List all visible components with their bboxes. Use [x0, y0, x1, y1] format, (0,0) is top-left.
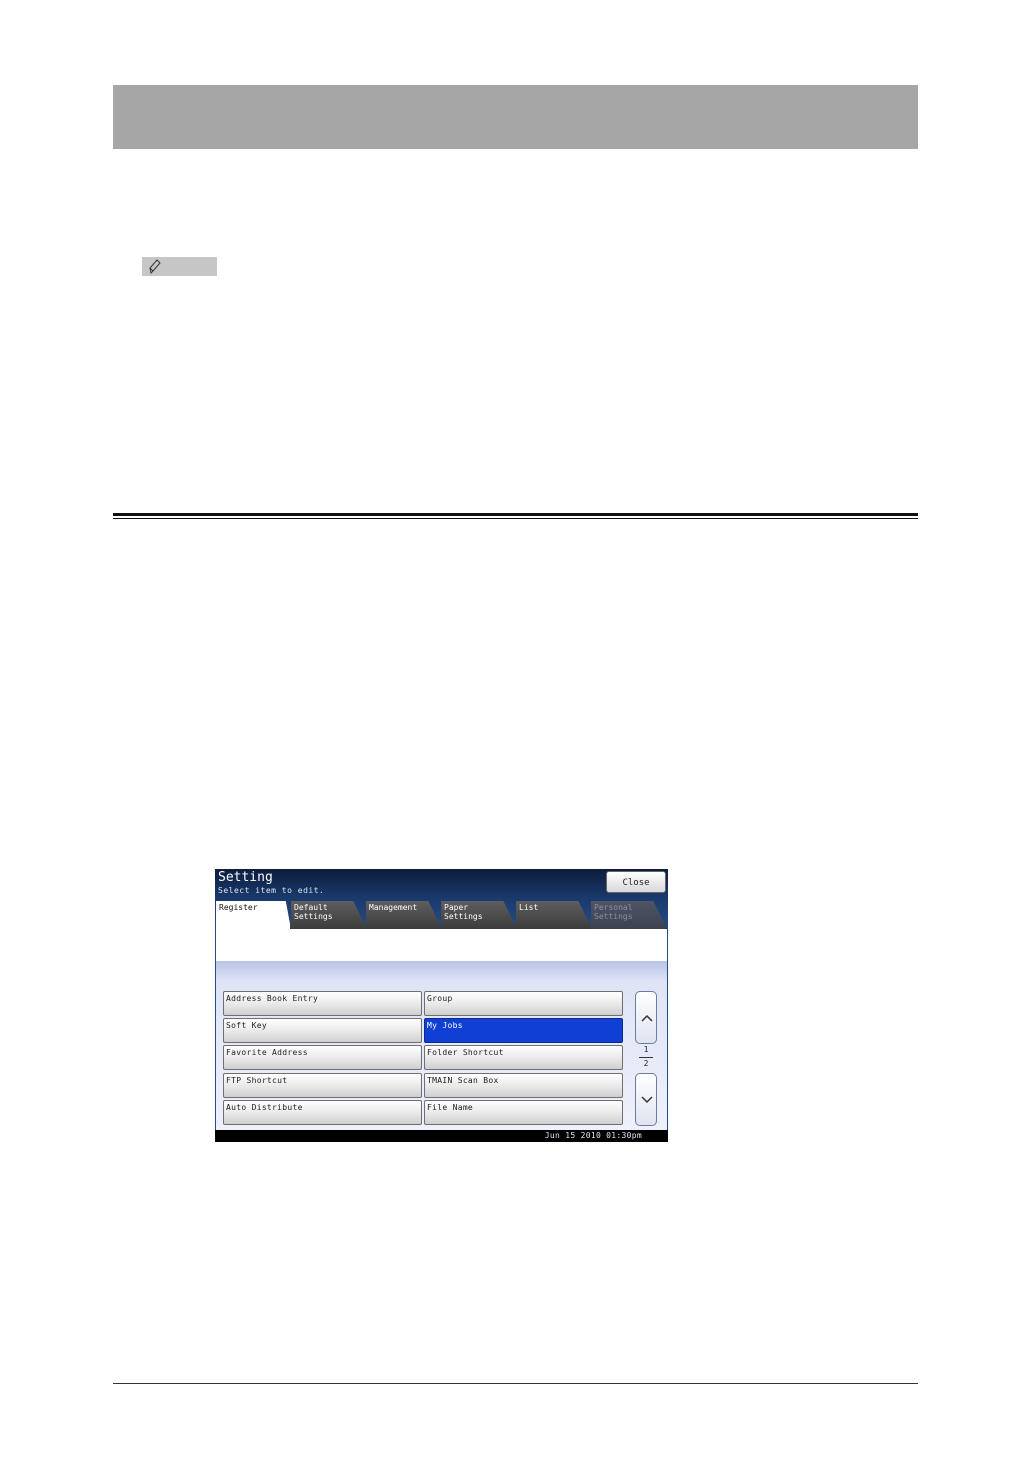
note-tag	[142, 257, 217, 276]
tab-register[interactable]: Register	[216, 901, 291, 929]
scroll-up-button[interactable]	[635, 991, 657, 1044]
item-favorite-address[interactable]: Favorite Address	[223, 1045, 422, 1070]
pencil-icon	[149, 259, 161, 275]
section-rule	[113, 513, 918, 516]
page-total: 2	[643, 1059, 649, 1068]
item-file-name[interactable]: File Name	[424, 1100, 623, 1125]
chevron-up-icon	[641, 1014, 653, 1022]
close-button[interactable]: Close	[606, 871, 666, 893]
item-group[interactable]: Group	[424, 991, 623, 1016]
tab-personal-settings: Personal Settings	[591, 901, 667, 929]
footer-rule	[113, 1383, 918, 1384]
tab-default-settings[interactable]: Default Settings	[291, 901, 367, 929]
chevron-down-icon	[641, 1096, 653, 1104]
setting-panel: Setting Select item to edit. Close Regis…	[215, 869, 668, 1142]
tab-content-strip	[216, 929, 667, 961]
section-header-band	[113, 85, 918, 149]
tab-paper-settings[interactable]: Paper Settings	[441, 901, 517, 929]
tab-management[interactable]: Management	[366, 901, 442, 929]
item-list: Address Book Entry Group Soft Key My Job…	[216, 961, 667, 1130]
item-soft-key[interactable]: Soft Key	[223, 1018, 422, 1043]
page-divider	[639, 1057, 653, 1058]
status-bar: Jun 15 2010 01:30pm	[215, 1130, 668, 1142]
panel-title: Setting	[218, 870, 273, 885]
item-address-book-entry[interactable]: Address Book Entry	[223, 991, 422, 1016]
item-ftp-shortcut[interactable]: FTP Shortcut	[223, 1073, 422, 1098]
scroll-down-button[interactable]	[635, 1073, 657, 1126]
page-current: 1	[643, 1045, 649, 1054]
item-tmain-scan-box[interactable]: TMAIN Scan Box	[424, 1073, 623, 1098]
item-folder-shortcut[interactable]: Folder Shortcut	[424, 1045, 623, 1070]
panel-subtitle: Select item to edit.	[218, 886, 325, 895]
tab-list[interactable]: List	[516, 901, 592, 929]
item-auto-distribute[interactable]: Auto Distribute	[223, 1100, 422, 1125]
section-rule-thin	[113, 518, 918, 519]
item-my-jobs[interactable]: My Jobs	[424, 1018, 623, 1043]
datetime-label: Jun 15 2010 01:30pm	[544, 1131, 642, 1140]
